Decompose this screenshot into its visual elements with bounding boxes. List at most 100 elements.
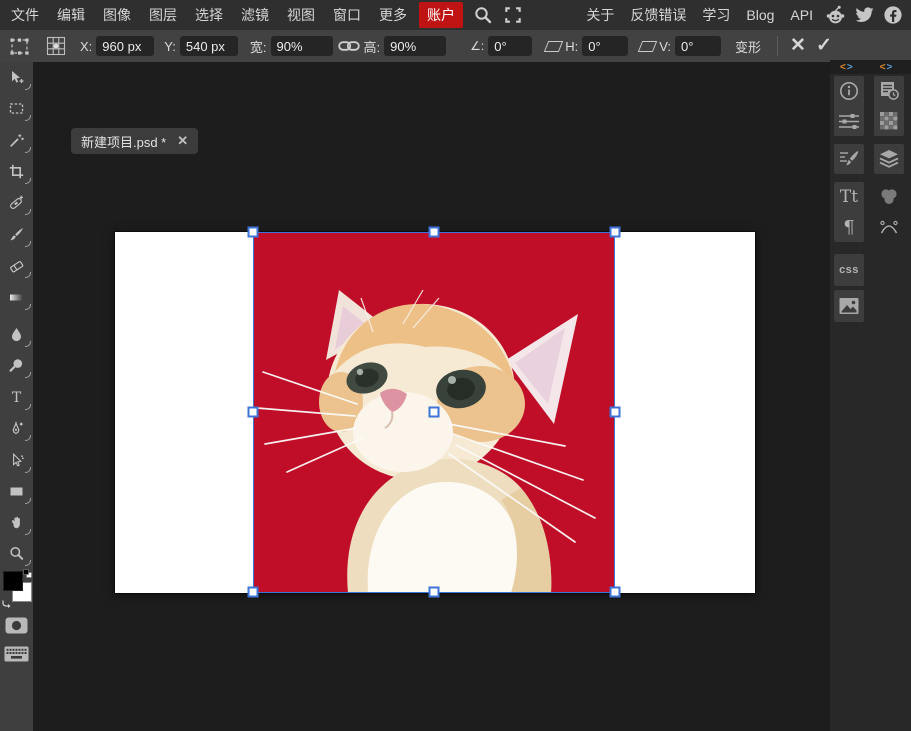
x-input[interactable] xyxy=(96,36,154,56)
panel-group: css xyxy=(834,254,864,286)
transform-handle-center[interactable] xyxy=(429,407,440,418)
character-panel-icon[interactable]: Tt xyxy=(834,182,864,212)
link-api[interactable]: API xyxy=(782,7,821,23)
document-tab[interactable]: 新建项目.psd * ✕ xyxy=(71,128,198,154)
document-canvas[interactable] xyxy=(115,232,755,593)
subtool-mark xyxy=(25,178,31,184)
transform-handle-bottom-left[interactable] xyxy=(248,587,259,598)
paragraph-panel-icon[interactable]: ¶ xyxy=(834,212,864,242)
foreground-color-swatch[interactable] xyxy=(3,571,23,591)
subtool-mark xyxy=(25,341,31,347)
layers-panel-icon[interactable] xyxy=(874,144,904,174)
menu-select[interactable]: 选择 xyxy=(186,5,232,25)
transform-handle-middle-left[interactable] xyxy=(248,407,259,418)
tool-brush[interactable] xyxy=(0,219,33,249)
subtool-mark xyxy=(25,529,31,535)
tool-blur[interactable] xyxy=(0,319,33,349)
link-report-bug[interactable]: 反馈错误 xyxy=(622,5,694,25)
height-input[interactable] xyxy=(384,36,446,56)
camera-icon[interactable] xyxy=(0,610,33,640)
tool-move[interactable] xyxy=(0,62,33,92)
transform-handle-bottom-right[interactable] xyxy=(610,587,621,598)
brush-settings-panel-icon[interactable] xyxy=(834,144,864,174)
tool-type[interactable]: T xyxy=(0,382,33,412)
link-blog[interactable]: Blog xyxy=(738,7,782,23)
tool-magic-wand[interactable] xyxy=(0,125,33,155)
smooth-curve-panel-icon[interactable] xyxy=(874,212,904,242)
y-label: Y: xyxy=(164,39,176,54)
cancel-transform-button[interactable]: ✕ xyxy=(790,36,806,56)
menu-image[interactable]: 图像 xyxy=(94,5,140,25)
tool-eraser[interactable] xyxy=(0,250,33,280)
default-colors-icon[interactable] xyxy=(23,569,32,578)
swap-colors-icon[interactable] xyxy=(1,600,11,609)
adjustments-panel-icon[interactable] xyxy=(834,106,864,136)
link-dimensions-icon[interactable] xyxy=(338,38,360,54)
width-input[interactable] xyxy=(271,36,333,56)
css-panel-icon[interactable]: css xyxy=(839,264,859,276)
menu-layer[interactable]: 图层 xyxy=(140,5,186,25)
warp-button[interactable]: 变形 xyxy=(735,37,761,56)
tab-close-icon[interactable]: ✕ xyxy=(177,133,188,149)
tool-hand[interactable] xyxy=(0,507,33,537)
fullscreen-icon[interactable] xyxy=(505,7,521,23)
menu-bar: 文件 编辑 图像 图层 选择 滤镜 视图 窗口 更多 账户 关于 反馈错误 学习… xyxy=(0,0,911,30)
tool-gradient[interactable] xyxy=(0,282,33,312)
transform-handle-top-right[interactable] xyxy=(610,227,621,238)
history-panel-icon[interactable] xyxy=(874,76,904,106)
transform-handle-top-center[interactable] xyxy=(429,227,440,238)
twitter-icon[interactable] xyxy=(854,5,875,25)
menu-file[interactable]: 文件 xyxy=(0,5,48,25)
menu-view[interactable]: 视图 xyxy=(278,5,324,25)
tool-pen[interactable] xyxy=(0,413,33,443)
skew-h-input[interactable] xyxy=(582,36,628,56)
keyboard-icon[interactable] xyxy=(0,639,33,669)
right-panel-bar: <> <> xyxy=(830,60,911,731)
tool-direct-select[interactable] xyxy=(0,445,33,475)
panel-group xyxy=(834,144,864,174)
swatches-panel-icon[interactable] xyxy=(874,106,904,136)
account-button[interactable]: 账户 xyxy=(419,2,463,28)
angle-input[interactable] xyxy=(488,36,532,56)
reddit-icon[interactable] xyxy=(825,5,846,25)
angle-label: ∠: xyxy=(470,39,484,53)
tool-spot-heal[interactable] xyxy=(0,187,33,217)
collapse-left-icon[interactable]: <> xyxy=(840,62,854,73)
panel-group xyxy=(834,290,864,322)
menu-more[interactable]: 更多 xyxy=(370,5,416,25)
collapse-right-icon[interactable]: <> xyxy=(880,62,894,73)
tool-crop[interactable] xyxy=(0,156,33,186)
subtool-mark xyxy=(25,404,31,410)
menu-edit[interactable]: 编辑 xyxy=(48,5,94,25)
transform-handle-bottom-center[interactable] xyxy=(429,587,440,598)
facebook-icon[interactable] xyxy=(883,5,903,25)
y-input[interactable] xyxy=(180,36,238,56)
panel-collapse-strip: <> <> xyxy=(830,60,911,74)
color-panel-icon[interactable] xyxy=(874,182,904,212)
canvas-area[interactable]: 新建项目.psd * ✕ xyxy=(33,62,830,731)
skew-v-input[interactable] xyxy=(675,36,721,56)
transform-options-bar: X: Y: 宽: 高: ∠: H: V: 变形 ✕ ✓ xyxy=(0,30,911,62)
menu-filter[interactable]: 滤镜 xyxy=(232,5,278,25)
transform-handle-middle-right[interactable] xyxy=(610,407,621,418)
search-icon[interactable] xyxy=(474,6,492,24)
x-label: X: xyxy=(80,39,92,54)
subtool-mark xyxy=(25,560,31,566)
tool-zoom[interactable] xyxy=(0,538,33,568)
tool-dodge[interactable] xyxy=(0,350,33,380)
tool-rectangle-select[interactable] xyxy=(0,93,33,123)
menu-window[interactable]: 窗口 xyxy=(324,5,370,25)
link-about[interactable]: 关于 xyxy=(578,5,622,25)
transform-handle-top-left[interactable] xyxy=(248,227,259,238)
reference-point-icon[interactable] xyxy=(45,36,67,56)
subtool-mark xyxy=(25,435,31,441)
subtool-mark xyxy=(25,241,31,247)
link-learn[interactable]: 学习 xyxy=(694,5,738,25)
panel-group xyxy=(834,76,864,136)
width-label: 宽: xyxy=(250,37,267,56)
tool-rectangle[interactable] xyxy=(0,476,33,506)
subtool-mark xyxy=(25,209,31,215)
info-panel-icon[interactable] xyxy=(834,76,864,106)
image-panel-icon[interactable] xyxy=(838,296,860,316)
confirm-transform-button[interactable]: ✓ xyxy=(816,36,832,56)
